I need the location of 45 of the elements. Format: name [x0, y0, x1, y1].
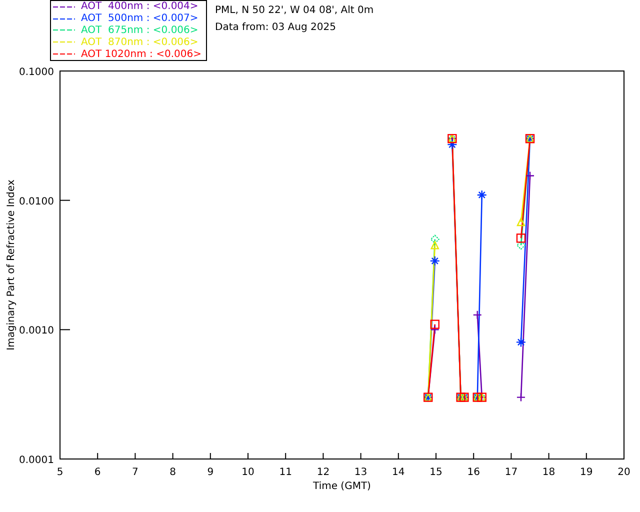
marker-cluster — [423, 392, 434, 402]
square-marker — [516, 234, 526, 243]
tick-label: 16 — [467, 467, 480, 478]
tick-label: 20 — [618, 467, 630, 478]
legend-label: AOT 870nm : <0.006> — [81, 36, 198, 48]
marker-cluster — [430, 234, 440, 250]
tick-label: 19 — [580, 467, 593, 478]
marker-cluster — [430, 320, 440, 334]
tick-label: 6 — [94, 467, 101, 478]
tick-label: 7 — [132, 467, 138, 478]
tick-label: 17 — [504, 467, 518, 478]
tick-label: 5 — [56, 467, 64, 478]
legend-label: AOT 1020nm : <0.006> — [81, 48, 202, 60]
tick-label: 11 — [279, 467, 292, 478]
tick-label: 12 — [316, 467, 330, 478]
axis-title: Imaginary Part of Refractive Index — [6, 180, 17, 350]
tick-label: 0.0001 — [19, 455, 54, 466]
marker-cluster — [447, 134, 458, 150]
legend-label: AOT 400nm : <0.004> — [81, 1, 198, 12]
tick-label: 18 — [542, 467, 556, 478]
marker-cluster — [472, 392, 487, 402]
asterisk-marker — [430, 256, 440, 266]
tick-label: 0.1000 — [19, 67, 54, 78]
tick-label: 14 — [392, 467, 405, 478]
asterisk-marker — [516, 337, 526, 348]
tick-label: 13 — [354, 467, 368, 478]
tick-label: 8 — [170, 467, 176, 478]
plus-marker — [516, 392, 526, 402]
axis-title: Time (GMT) — [313, 481, 371, 492]
legend-label: AOT 500nm : <0.007> — [81, 13, 198, 24]
asterisk-marker — [476, 190, 487, 200]
site-location: PML, N 50 22', W 04 08', Alt 0m — [215, 5, 374, 16]
legend-label: AOT 675nm : <0.006> — [81, 24, 198, 36]
plus-marker — [525, 171, 535, 180]
tick-label: 10 — [242, 467, 254, 478]
tick-label: 0.0010 — [19, 326, 54, 337]
marker-cluster — [524, 134, 536, 144]
marker-cluster — [456, 392, 470, 402]
plus-marker — [472, 310, 482, 320]
tick-label: 15 — [430, 467, 442, 478]
triangle-marker — [516, 217, 526, 226]
data-date: Data from: 03 Aug 2025 — [215, 22, 337, 33]
tick-label: 0.0100 — [19, 196, 54, 208]
diamond-marker — [516, 240, 526, 250]
tick-label: 9 — [207, 467, 214, 478]
